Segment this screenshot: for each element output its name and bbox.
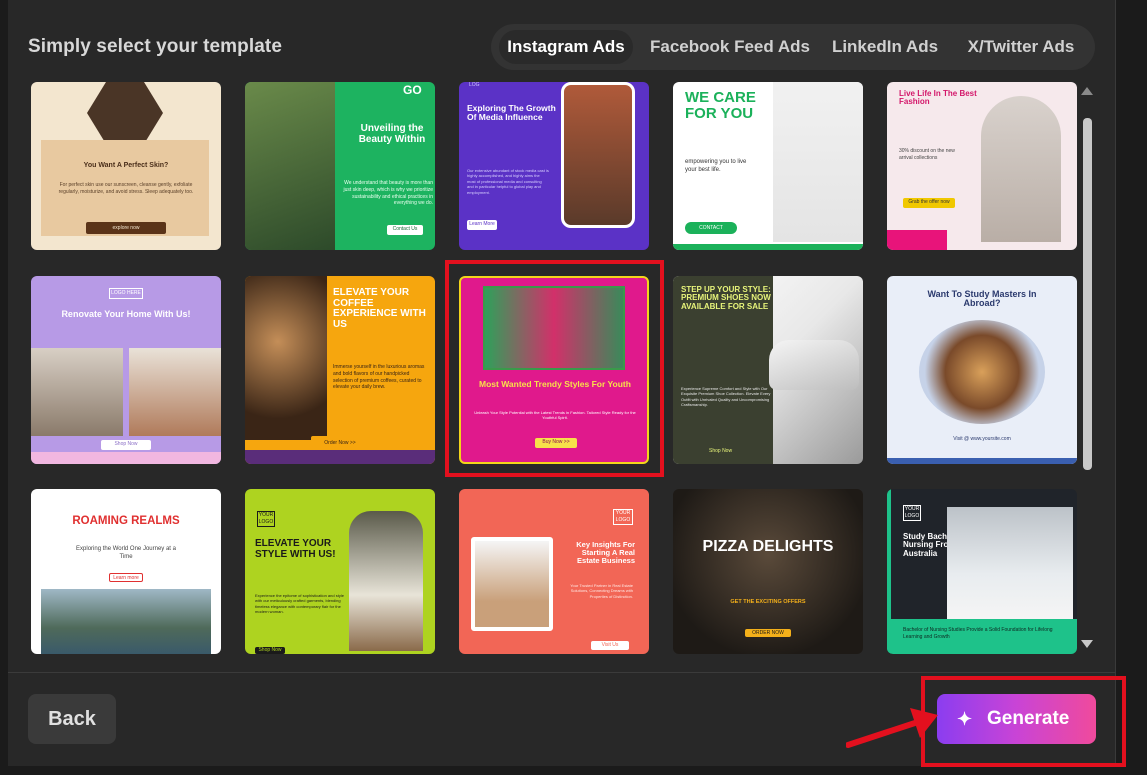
template-cta: explore now [86, 222, 166, 234]
tab-facebook-feed-ads[interactable]: Facebook Feed Ads [641, 30, 819, 64]
template-card-renovate-home[interactable]: LOGO HERE Renovate Your Home With Us! Sh… [31, 276, 221, 464]
generate-button[interactable]: ✦ Generate [937, 694, 1096, 744]
template-body: Experience Supreme Comfort and Style wit… [681, 386, 771, 408]
template-body: Experience the epitome of sophistication… [255, 593, 344, 615]
template-logo: YOUR LOGO [613, 509, 633, 525]
template-cta: Contact Us [387, 225, 423, 235]
template-body: Our extensive abundant of stock media ca… [467, 168, 549, 195]
template-title: Renovate Your Home With Us! [61, 309, 191, 319]
accent-strip [31, 452, 221, 464]
scroll-up-arrow[interactable] [1081, 87, 1093, 95]
house-photo [471, 537, 553, 631]
generate-label: Generate [987, 708, 1070, 729]
template-card-perfect-skin[interactable]: You Want A Perfect Skin? For perfect ski… [31, 82, 221, 250]
template-body: empowering you to live your best life. [685, 159, 747, 174]
template-cta: CONTACT [685, 222, 737, 234]
interior-photo-1 [31, 348, 123, 436]
template-cta: Order Now >> [311, 436, 369, 448]
template-logo: LOG [469, 82, 480, 88]
template-card-media-influence[interactable]: LOG Exploring The Growth Of Media Influe… [459, 82, 649, 250]
template-title: Key Insights For Starting A Real Estate … [576, 540, 635, 565]
shoe-photo [769, 340, 859, 390]
template-cta: Learn more [109, 573, 143, 582]
template-card-nursing[interactable]: YOUR LOGO Study Bachelor In Nursing From… [887, 489, 1077, 654]
template-corner-text: GO [403, 83, 422, 97]
template-title: ELEVATE YOUR STYLE WITH US! [255, 538, 336, 560]
template-title: PIZZA DELIGHTS [702, 538, 834, 555]
tab-instagram-ads[interactable]: Instagram Ads [499, 30, 633, 64]
template-card-real-estate[interactable]: YOUR LOGO Key Insights For Starting A Re… [459, 489, 649, 654]
template-cta: Shop Now [709, 448, 733, 454]
sparkle-icon: ✦ [957, 709, 973, 729]
accent-strip [887, 458, 1077, 464]
template-card-pizza[interactable]: PIZZA DELIGHTS GET THE EXCITING OFFERS O… [673, 489, 863, 654]
template-logo: YOUR LOGO [903, 505, 921, 521]
template-body: We understand that beauty is more than j… [343, 180, 433, 207]
page-title: Simply select your template [28, 36, 283, 57]
doctor-photo [773, 82, 863, 242]
template-card-best-fashion[interactable]: Live Life In The Best Fashion 30% discou… [887, 82, 1077, 250]
template-scrollbar[interactable] [1077, 82, 1097, 654]
interior-photo-2 [129, 348, 221, 436]
phone-frame-photo [561, 82, 635, 228]
mountain-lake-photo [41, 589, 211, 654]
pointer-arrow-icon [846, 708, 938, 748]
template-title: Live Life In The Best Fashion [899, 89, 977, 107]
template-logo: LOGO HERE [109, 288, 143, 299]
back-button[interactable]: Back [28, 694, 116, 744]
template-body: Exploring the World One Journey at a Tim… [76, 546, 176, 561]
model-photo [349, 511, 423, 651]
accent-strip [245, 450, 435, 464]
template-card-premium-shoes[interactable]: STEP UP YOUR STYLE: PREMIUM SHOES NOW AV… [673, 276, 863, 464]
template-body: For perfect skin use our sunscreen, clea… [58, 182, 194, 195]
footer-divider [8, 672, 1116, 673]
template-card-study-masters[interactable]: Want To Study Masters In Abroad? Visit @… [887, 276, 1077, 464]
template-title: Exploring The Growth Of Media Influence [467, 103, 556, 122]
template-title: Unveiling the Beauty Within [358, 123, 426, 145]
food-photo [919, 320, 1045, 424]
nurse-photo [947, 507, 1073, 619]
accent-block [887, 230, 947, 250]
template-card-roaming-realms[interactable]: ROAMING REALMS Exploring the World One J… [31, 489, 221, 654]
selected-template-highlight [445, 260, 664, 477]
template-body: GET THE EXCITING OFFERS [730, 599, 806, 605]
coffee-photo [245, 276, 327, 440]
scroll-down-arrow[interactable] [1081, 640, 1093, 648]
template-cta: Grab the offer now [903, 198, 955, 208]
template-title: Want To Study Masters In Abroad? [927, 289, 1037, 309]
template-body: Bachelor of Nursing Studies Provide a So… [903, 627, 1053, 640]
template-body: Your Trusted Partner in Real Estate Solu… [570, 583, 633, 599]
template-body: 30% discount on the new arrival collecti… [899, 148, 955, 161]
template-logo: YOUR LOGO [257, 511, 275, 527]
tab-linkedin-ads[interactable]: LinkedIn Ads [825, 30, 945, 64]
template-cta: ORDER NOW [745, 629, 791, 637]
model-photo [245, 82, 335, 250]
template-title: You Want A Perfect Skin? [83, 162, 169, 169]
template-cta: Learn More [467, 220, 497, 230]
template-card-coffee[interactable]: ELEVATE YOUR COFFEE EXPERIENCE WITH US I… [245, 276, 435, 464]
template-body: Immerse yourself in the luxurious aromas… [333, 364, 425, 391]
template-card-elevate-style[interactable]: YOUR LOGO ELEVATE YOUR STYLE WITH US! Ex… [245, 489, 435, 654]
template-footer: Visit @ www.yoursite.com [953, 436, 1011, 442]
skincare-photo [87, 82, 163, 144]
template-card-we-care[interactable]: WE CARE FOR YOU empowering you to live y… [673, 82, 863, 250]
fashion-model-photo [981, 96, 1061, 242]
scroll-thumb[interactable] [1083, 118, 1092, 470]
template-cta: Shop Now [255, 647, 285, 654]
accent-strip [673, 244, 863, 250]
template-title: STEP UP YOUR STYLE: PREMIUM SHOES NOW AV… [681, 285, 771, 311]
ad-type-tabs: Instagram Ads Facebook Feed Ads LinkedIn… [491, 24, 1095, 70]
template-card-beauty-within[interactable]: GO Unveiling the Beauty Within We unders… [245, 82, 435, 250]
template-title: WE CARE FOR YOU [685, 89, 756, 122]
tab-x-twitter-ads[interactable]: X/Twitter Ads [955, 30, 1087, 64]
template-title: ELEVATE YOUR COFFEE EXPERIENCE WITH US [333, 287, 426, 330]
template-cta: Shop Now [101, 440, 151, 450]
template-cta: Visit Us [591, 641, 629, 650]
template-title: ROAMING REALMS [72, 515, 180, 527]
